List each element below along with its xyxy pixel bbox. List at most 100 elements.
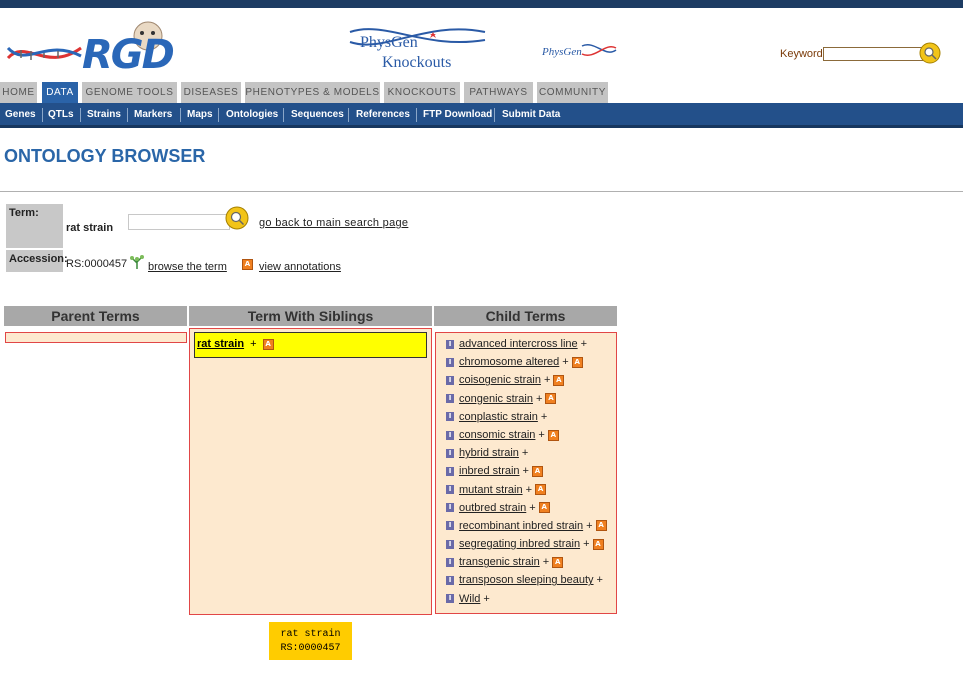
info-icon[interactable]: I (446, 339, 454, 349)
info-icon[interactable]: I (446, 557, 454, 567)
term-siblings-header: Term With Siblings (189, 306, 432, 326)
subnav-submit-data[interactable]: Submit Data (502, 103, 560, 127)
child-term-link[interactable]: congenic strain (459, 393, 533, 405)
subnav-ontologies[interactable]: Ontologies (226, 103, 278, 127)
annotation-icon[interactable]: A (552, 556, 564, 568)
rgd-logo[interactable]: RGD (6, 18, 181, 80)
tab-genome-tools[interactable]: GENOME TOOLS (82, 82, 178, 103)
child-term-link[interactable]: outbred strain (459, 502, 526, 514)
annotation-icon[interactable]: A (547, 429, 559, 441)
tab-knockouts[interactable]: KNOCKOUTS (384, 82, 461, 103)
expand-plus[interactable]: + (543, 556, 549, 568)
info-icon[interactable]: I (446, 594, 454, 604)
expand-plus[interactable]: + (583, 538, 589, 550)
info-icon[interactable]: I (446, 576, 454, 586)
parent-terms-panel (5, 332, 187, 343)
child-term-link[interactable]: consomic strain (459, 429, 535, 441)
view-annotations-link[interactable]: view annotations (259, 261, 341, 273)
child-term-link[interactable]: coisogenic strain (459, 374, 541, 386)
expand-plus[interactable]: + (483, 593, 489, 605)
annotation-icon[interactable]: A (545, 393, 557, 405)
subnav-markers[interactable]: Markers (134, 103, 172, 127)
tab-phenotypes-models[interactable]: PHENOTYPES & MODELS (245, 82, 381, 103)
child-term-link[interactable]: transgenic strain (459, 556, 540, 568)
info-icon[interactable]: I (446, 375, 454, 385)
info-icon[interactable]: I (446, 394, 454, 404)
child-term-item: Iconsomic strain + A (446, 429, 607, 447)
tab-data[interactable]: DATA (42, 82, 79, 103)
child-term-link[interactable]: chromosome altered (459, 356, 559, 368)
annotation-icon[interactable]: A (262, 338, 274, 350)
info-icon[interactable]: I (446, 503, 454, 513)
browse-term-link[interactable]: browse the term (148, 261, 227, 273)
tab-diseases[interactable]: DISEASES (181, 82, 242, 103)
subnav-maps[interactable]: Maps (187, 103, 213, 127)
child-term-link[interactable]: Wild (459, 593, 480, 605)
subnav-separator (42, 108, 43, 122)
term-search-input[interactable] (128, 214, 230, 230)
child-term-item: Iinbred strain + A (446, 465, 607, 483)
expand-plus[interactable]: + (562, 356, 568, 368)
child-term-link[interactable]: hybrid strain (459, 447, 519, 459)
expand-plus[interactable]: + (581, 338, 587, 350)
expand-plus[interactable]: + (541, 411, 547, 423)
info-icon[interactable]: I (446, 430, 454, 440)
expand-plus[interactable]: + (523, 465, 529, 477)
subnav-sequences[interactable]: Sequences (291, 103, 344, 127)
child-term-link[interactable]: recombinant inbred strain (459, 520, 583, 532)
tab-pathways[interactable]: PATHWAYS (464, 82, 534, 103)
keyword-input[interactable] (823, 47, 923, 61)
info-icon[interactable]: I (446, 485, 454, 495)
info-icon[interactable]: I (446, 412, 454, 422)
expand-plus[interactable]: + (526, 484, 532, 496)
annotation-icon[interactable]: A (595, 520, 607, 532)
selected-term-link[interactable]: rat strain (197, 338, 244, 350)
annotation-icon[interactable]: A (571, 356, 583, 368)
tab-community[interactable]: COMMUNITY (537, 82, 609, 103)
info-icon[interactable]: I (446, 521, 454, 531)
annotation-icon[interactable]: A (553, 374, 565, 386)
child-term-link[interactable]: transposon sleeping beauty (459, 574, 594, 586)
child-term-link[interactable]: conplastic strain (459, 411, 538, 423)
child-term-item: Ioutbred strain + A (446, 502, 607, 520)
subnav-separator (283, 108, 284, 122)
annotation-icon[interactable]: A (531, 465, 543, 477)
expand-plus[interactable]: + (536, 393, 542, 405)
expand-plus[interactable]: + (529, 502, 535, 514)
subnav-genes[interactable]: Genes (5, 103, 36, 127)
info-icon[interactable]: I (446, 539, 454, 549)
subnav-references[interactable]: References (356, 103, 410, 127)
expand-plus[interactable]: + (250, 338, 256, 350)
child-term-link[interactable]: mutant strain (459, 484, 523, 496)
annotation-icon[interactable]: A (538, 502, 550, 514)
subnav-ftp-download[interactable]: FTP Download (423, 103, 492, 127)
child-term-item: Icongenic strain + A (446, 393, 607, 411)
term-search-icon[interactable] (225, 206, 249, 230)
search-icon[interactable] (919, 42, 941, 64)
go-back-link[interactable]: go back to main search page (259, 217, 408, 229)
subnav-strains[interactable]: Strains (87, 103, 121, 127)
info-icon[interactable]: I (446, 448, 454, 458)
subnav-qtls[interactable]: QTLs (48, 103, 74, 127)
child-term-link[interactable]: segregating inbred strain (459, 538, 580, 550)
info-icon[interactable]: I (446, 466, 454, 476)
selected-term-box[interactable]: rat strain + A (194, 332, 427, 358)
annotation-icon[interactable]: A (535, 484, 547, 496)
info-icon[interactable]: I (446, 357, 454, 367)
tab-home[interactable]: HOME (0, 82, 38, 103)
subnav-separator (348, 108, 349, 122)
child-term-link[interactable]: advanced intercross line (459, 338, 578, 350)
expand-plus[interactable]: + (522, 447, 528, 459)
browse-tree-icon[interactable] (129, 254, 145, 270)
expand-plus[interactable]: + (597, 574, 603, 586)
physgen-knockouts-logo[interactable]: PhysGen Knockouts (345, 20, 495, 80)
annotation-icon[interactable]: A (242, 259, 253, 270)
annotation-icon[interactable]: A (592, 538, 604, 550)
child-term-link[interactable]: inbred strain (459, 465, 520, 477)
child-term-item: Icoisogenic strain + A (446, 374, 607, 392)
physgen-logo[interactable]: PhysGen (540, 38, 620, 66)
expand-plus[interactable]: + (544, 374, 550, 386)
child-term-item: Isegregating inbred strain + A (446, 538, 607, 556)
expand-plus[interactable]: + (538, 429, 544, 441)
expand-plus[interactable]: + (586, 520, 592, 532)
